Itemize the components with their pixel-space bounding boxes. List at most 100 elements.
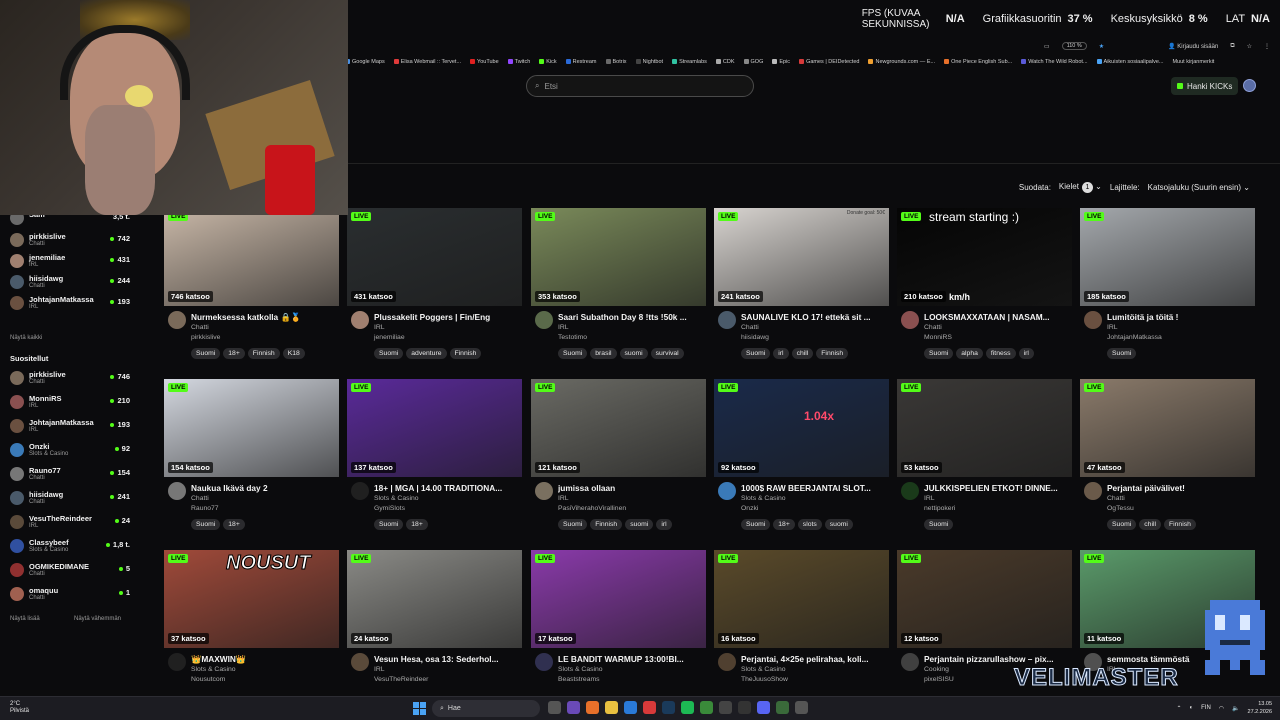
stream-title[interactable]: Vesun Hesa, osa 13: Sederhol... (374, 654, 522, 664)
bookmark-item[interactable]: Elisa Webmail :: Tervet... (393, 59, 461, 65)
stream-title[interactable]: JULKKISPELIEN ETKOT! DINNE... (924, 483, 1072, 493)
stream-card[interactable]: LIVE 137 katsoo 18+ | MGA | 14.00 TRADITIO… (347, 379, 522, 539)
sidebar-item[interactable]: hiisidawg Chatti 241 (10, 488, 132, 508)
stream-card[interactable]: LIVE 353 katsoo Saari Subathon Day 8 !tts … (531, 208, 706, 368)
stream-thumbnail[interactable]: LIVE 241 katsoo Donate goal: 50€ (714, 208, 889, 306)
tag-pill[interactable]: irl (1018, 348, 1034, 359)
app-icon[interactable] (567, 701, 580, 714)
discord-icon[interactable] (757, 701, 770, 714)
bookmark-item[interactable]: Botrix (605, 59, 627, 65)
tag-pill[interactable]: Suomi (924, 348, 954, 359)
bookmark-item[interactable]: YouTube (470, 59, 499, 65)
stream-category[interactable]: IRL (374, 666, 385, 673)
favorites-icon[interactable]: ☆ (1247, 43, 1252, 50)
sidebar-item[interactable]: pirkkislive Chatti 742 (10, 230, 132, 250)
bookmark-item[interactable]: Newgrounds.com — E... (868, 59, 935, 65)
stream-title[interactable]: 1000$ RAW BEERJANTAI SLOT... (741, 483, 889, 493)
stream-card[interactable]: LIVE 431 katsoo Plussakelit Poggers | Fin/… (347, 208, 522, 368)
stream-title[interactable]: SAUNALIVE KLO 17! ettekä sit ... (741, 312, 889, 322)
stream-card[interactable]: LIVE 24 katsoo Vesun Hesa, osa 13: Sederho… (347, 550, 522, 696)
tag-pill[interactable]: Finnish (247, 348, 280, 359)
sort-dropdown[interactable]: Katsojaluku (Suurin ensin) ⌄ (1148, 183, 1250, 192)
start-button[interactable] (413, 702, 426, 715)
stream-card[interactable]: LIVE 37 katsoo NOUSUT 👑MAXWIN👑 Slots & Casin… (164, 550, 339, 696)
weather-widget[interactable]: 2°C Pilvistä (10, 701, 29, 715)
bookmark-item[interactable]: Aikuisten sosiaalipalve... (1096, 59, 1163, 65)
stream-card[interactable]: LIVE 16 katsoo Perjantai, 4×25e pelirahaa,… (714, 550, 889, 696)
volume-icon[interactable]: 🔈 (1232, 705, 1239, 712)
tag-pill[interactable]: alpha (956, 348, 983, 359)
app-icon[interactable] (776, 701, 789, 714)
stream-title[interactable]: 18+ | MGA | 14.00 TRADITIONA... (374, 483, 522, 493)
app-icon[interactable] (795, 701, 808, 714)
other-bookmarks[interactable]: Muut kirjanmerkit (1172, 59, 1214, 65)
sidebar-item[interactable]: JohtajanMatkassa IRL 193 (10, 293, 132, 313)
tag-pill[interactable]: 18+ (773, 519, 795, 530)
channel-avatar[interactable] (168, 653, 186, 671)
firefox-icon[interactable] (586, 701, 599, 714)
channel-avatar[interactable] (718, 482, 736, 500)
tag-pill[interactable]: Suomi (374, 519, 404, 530)
sidebar-item[interactable]: pirkkislive Chatti 746 (10, 368, 132, 388)
show-all-link[interactable]: Näytä kaikki (10, 335, 42, 341)
stream-category[interactable]: IRL (558, 324, 569, 331)
reader-icon[interactable]: ▭ (1044, 43, 1050, 50)
stream-thumbnail[interactable]: LIVE 353 katsoo (531, 208, 706, 306)
channel-avatar[interactable] (351, 653, 369, 671)
stream-thumbnail[interactable]: LIVE 47 katsoo (1080, 379, 1255, 477)
stream-title[interactable]: jumissa ollaan (558, 483, 706, 493)
channel-avatar[interactable] (168, 311, 186, 329)
tag-pill[interactable]: survival (650, 348, 684, 359)
sidebar-item[interactable]: omaquu Chatti 1 (10, 584, 132, 604)
tag-pill[interactable]: 18+ (223, 519, 245, 530)
stream-card[interactable]: LIVE 92 katsoo 1.04x 1000$ RAW BEERJANTAI S… (714, 379, 889, 539)
steam-icon[interactable] (662, 701, 675, 714)
channel-avatar[interactable] (901, 653, 919, 671)
stream-title[interactable]: Lumitöitä ja töitä ! (1107, 312, 1255, 322)
stream-title[interactable]: LE BANDIT WARMUP 13:00!BI... (558, 654, 706, 664)
tag-pill[interactable]: Finnish (449, 348, 482, 359)
channel-avatar[interactable] (168, 482, 186, 500)
channel-name[interactable]: OgTessu (1107, 505, 1134, 512)
tag-pill[interactable]: adventure (406, 348, 447, 359)
bookmark-item[interactable]: GOG (743, 59, 763, 65)
xbox-icon[interactable] (700, 701, 713, 714)
stream-thumbnail[interactable]: LIVE 24 katsoo (347, 550, 522, 648)
bookmark-item[interactable]: Nightbot (635, 59, 663, 65)
channel-avatar[interactable] (901, 482, 919, 500)
bookmark-item[interactable]: Watch The Wild Robot... (1021, 59, 1088, 65)
sidebar-item[interactable]: hiisidawg Chatti 244 (10, 272, 132, 292)
sidebar-item[interactable]: Rauno77 Chatti 154 (10, 464, 132, 484)
menu-icon[interactable]: ⋮ (1264, 43, 1270, 50)
stream-thumbnail[interactable]: LIVE 17 katsoo (531, 550, 706, 648)
wifi-icon[interactable]: ◠ (1219, 705, 1224, 712)
bookmark-item[interactable]: Streamlabs (672, 59, 707, 65)
channel-name[interactable]: nettipokeri (924, 505, 955, 512)
stream-thumbnail[interactable]: LIVE 137 katsoo (347, 379, 522, 477)
stream-category[interactable]: Chatti (741, 324, 759, 331)
channel-avatar[interactable] (718, 311, 736, 329)
stream-category[interactable]: Slots & Casino (374, 495, 419, 502)
tag-pill[interactable]: irl (656, 519, 672, 530)
sidebar-item[interactable]: Onzki Slots & Casino 92 (10, 440, 132, 460)
chevron-up-icon[interactable]: ⌃ (1176, 705, 1181, 712)
show-more-link[interactable]: Näytä lisää (10, 616, 40, 622)
tag-pill[interactable]: suomi (619, 348, 648, 359)
stream-thumbnail[interactable]: LIVE 185 katsoo (1080, 208, 1255, 306)
stream-card[interactable]: LIVE 121 katsoo jumissa ollaan IRL PasiViher… (531, 379, 706, 539)
tag-pill[interactable]: brasil (590, 348, 617, 359)
taskbar-search[interactable]: ⌕ Hae (432, 700, 540, 717)
stream-category[interactable]: IRL (374, 324, 385, 331)
tag-pill[interactable]: Finnish (816, 348, 849, 359)
channel-avatar[interactable] (535, 311, 553, 329)
bookmark-item[interactable]: Games | DEIDetected (799, 59, 859, 65)
channel-name[interactable]: pirkkislive (191, 334, 220, 341)
channel-name[interactable]: Onzki (741, 505, 758, 512)
tag-pill[interactable]: Finnish (1163, 519, 1196, 530)
stream-category[interactable]: Slots & Casino (558, 666, 603, 673)
tag-pill[interactable]: Suomi (741, 519, 771, 530)
clock[interactable]: 13.05 27.2.2026 (1248, 700, 1272, 716)
stream-title[interactable]: LOOKSMAXXATAAN | NASAM... (924, 312, 1072, 322)
stream-thumbnail[interactable]: LIVE 92 katsoo 1.04x (714, 379, 889, 477)
stream-category[interactable]: Chatti (191, 495, 209, 502)
